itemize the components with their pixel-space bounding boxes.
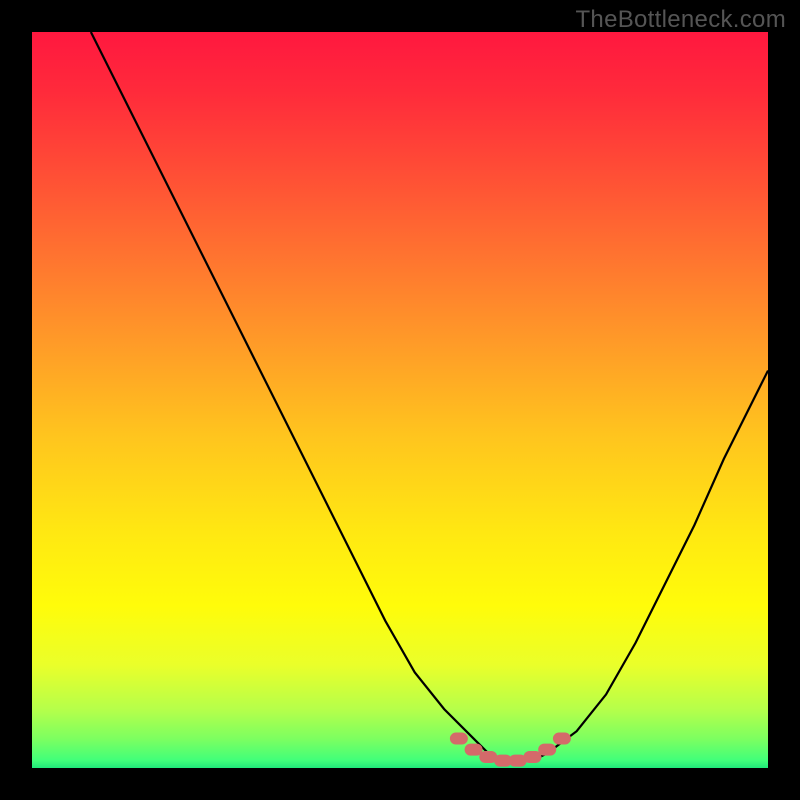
gradient-background <box>32 32 768 768</box>
accent-marker <box>553 733 571 745</box>
chart-container: TheBottleneck.com <box>0 0 800 800</box>
accent-marker <box>465 744 483 756</box>
accent-marker <box>523 751 541 763</box>
chart-svg <box>32 32 768 768</box>
plot-area <box>32 32 768 768</box>
accent-marker <box>538 744 556 756</box>
accent-marker <box>450 733 468 745</box>
watermark-text: TheBottleneck.com <box>575 6 786 34</box>
